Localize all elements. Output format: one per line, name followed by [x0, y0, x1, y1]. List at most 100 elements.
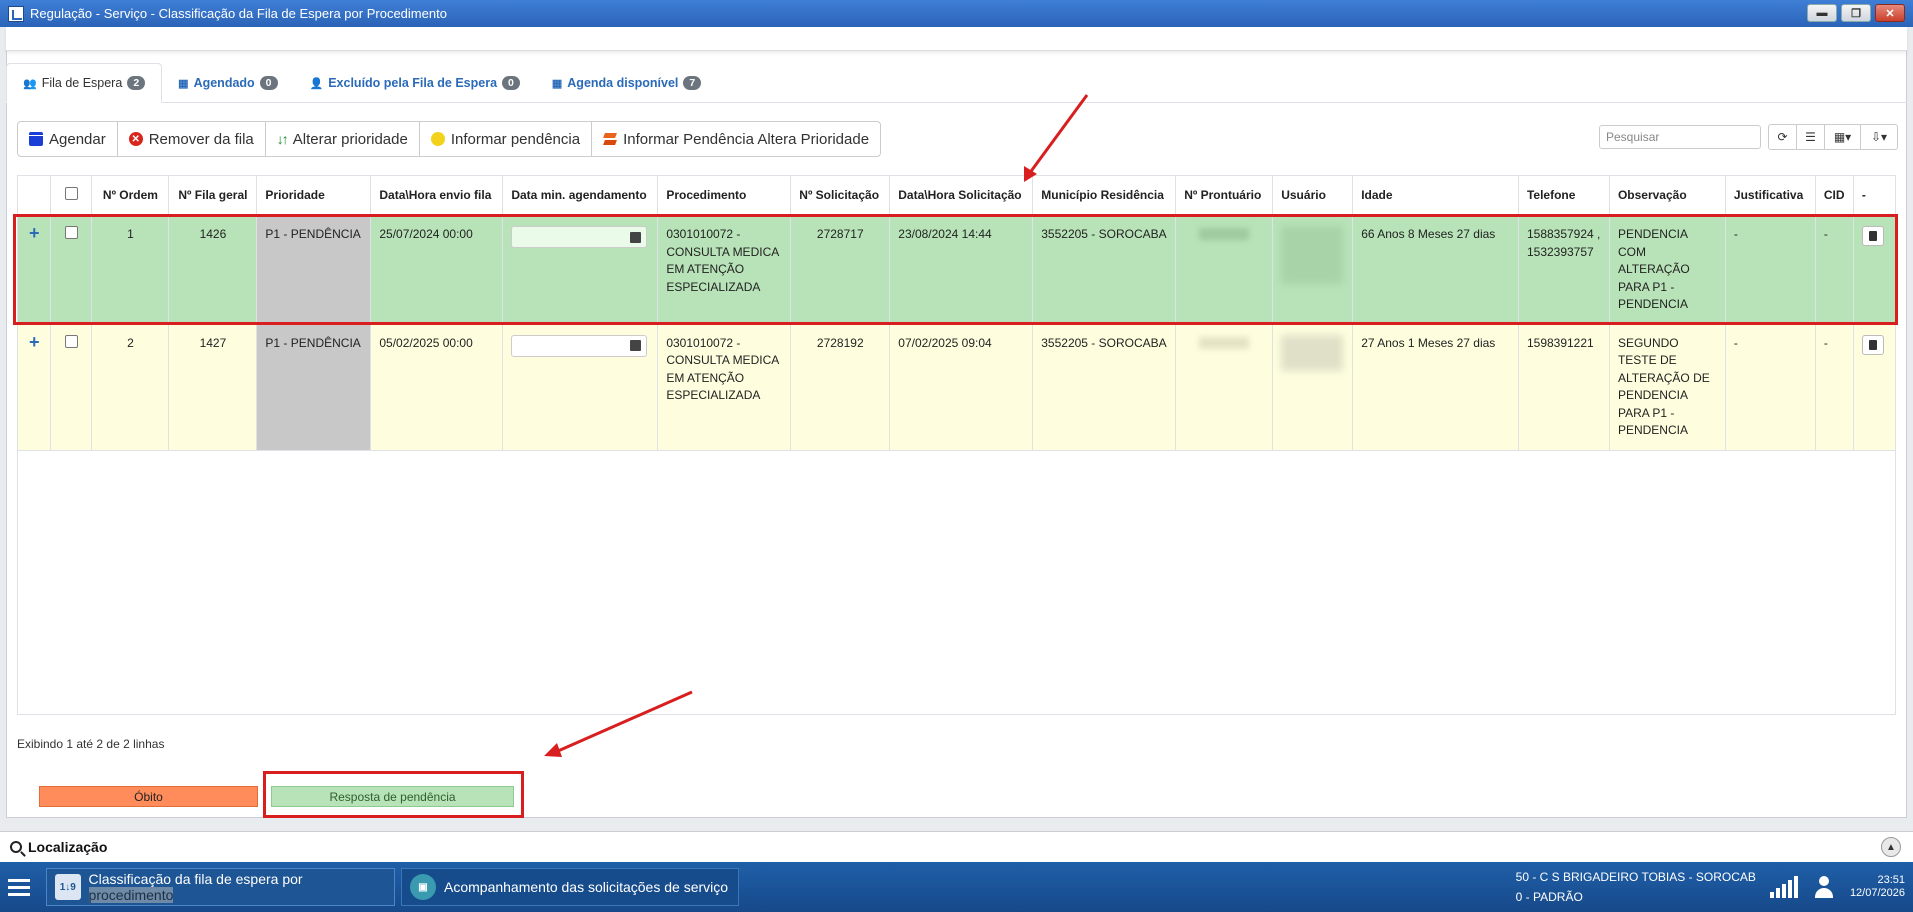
col-acao: -: [1853, 176, 1897, 216]
window-titlebar: Regulação - Serviço - Classificação da F…: [0, 0, 1913, 27]
task-label: Acompanhamento das solicitações de servi…: [444, 879, 729, 895]
select-cell: [50, 324, 93, 451]
tab-fila-de-espera[interactable]: 👥 Fila de Espera 2: [6, 63, 163, 103]
table-row[interactable]: + 2 1427 P1 - PENDÊNCIA 05/02/2025 00:00…: [18, 324, 1897, 451]
close-button[interactable]: ✕: [1875, 4, 1905, 22]
col-data-min[interactable]: Data min. agendamento: [502, 176, 659, 216]
collapsed-filter-strip: [6, 27, 1907, 51]
action-toolbar: Agendar ✕ Remover da fila ↓↑ Alterar pri…: [17, 121, 882, 157]
list-icon[interactable]: ☰: [1797, 125, 1825, 149]
expand-plus-icon[interactable]: +: [29, 332, 40, 352]
clock-time: 23:51: [1877, 874, 1905, 886]
tab-agendado[interactable]: ▦ Agendado 0: [162, 63, 293, 103]
menu-icon[interactable]: [8, 875, 30, 900]
col-data-envio[interactable]: Data\Hora envio fila: [370, 176, 504, 216]
taskbar: 1↓9 Classificação da fila de espera por …: [0, 862, 1913, 912]
count-badge: 0: [259, 76, 278, 90]
col-justificativa[interactable]: Justificativa: [1725, 176, 1816, 216]
count-badge: 7: [683, 76, 702, 90]
annotation-highlight-legend: [263, 771, 524, 818]
col-telefone[interactable]: Telefone: [1518, 176, 1610, 216]
search-input[interactable]: [1599, 125, 1761, 149]
calendar-icon: ▦: [551, 77, 563, 90]
tab-excluido[interactable]: 👤 Excluído pela Fila de Espera 0: [294, 63, 536, 103]
window-title: Regulação - Serviço - Classificação da F…: [30, 6, 447, 21]
tab-label: Excluído pela Fila de Espera: [328, 76, 498, 90]
cell-ordem: 2: [91, 324, 170, 451]
tab-bar: 👥 Fila de Espera 2 ▦ Agendado 0 👤 Excluí…: [6, 63, 1907, 103]
col-idade[interactable]: Idade: [1352, 176, 1519, 216]
task-classificacao[interactable]: 1↓9 Classificação da fila de espera por …: [46, 868, 395, 906]
pending-icon: [430, 132, 445, 146]
button-label: Alterar prioridade: [292, 130, 408, 148]
annotation-arrow-top: [1024, 94, 1089, 182]
informar-pendencia-altera-button[interactable]: Informar Pendência Altera Prioridade: [592, 122, 880, 156]
col-observacao[interactable]: Observação: [1609, 176, 1726, 216]
button-label: Agendar: [49, 130, 106, 148]
chevron-up-icon[interactable]: ▲: [1881, 837, 1901, 857]
tab-label: Agendado: [193, 76, 255, 90]
cell-observacao: SEGUNDO TESTE DE ALTERAÇÃO DE PENDENCIA …: [1609, 324, 1726, 451]
minimize-button[interactable]: ▬: [1807, 4, 1837, 22]
system-tray: 50 - C S BRIGADEIRO TOBIAS - SOROCAB 0 -…: [1516, 862, 1913, 912]
maximize-button[interactable]: ❐: [1841, 4, 1871, 22]
col-fila-geral[interactable]: Nº Fila geral: [168, 176, 258, 216]
user-icon[interactable]: [1814, 876, 1834, 898]
calendar-icon[interactable]: [624, 336, 646, 356]
cell-data-min: [502, 324, 659, 451]
expand-header: [18, 176, 52, 216]
count-badge: 0: [502, 76, 520, 90]
col-procedimento[interactable]: Procedimento: [657, 176, 792, 216]
id-card-icon[interactable]: [1861, 334, 1884, 355]
cell-municipio: 3552205 - SOROCABA: [1032, 324, 1177, 451]
table-tools: ⟳ ☰ ▦▾ ⇩▾: [1768, 124, 1898, 150]
select-all-header: [50, 176, 93, 216]
cell-fila-geral: 1427: [168, 324, 258, 451]
task-acompanhamento[interactable]: ▣ Acompanhamento das solicitações de ser…: [401, 868, 739, 906]
col-cid[interactable]: CID: [1815, 176, 1854, 216]
calendar-icon: [29, 132, 43, 146]
localizacao-bar[interactable]: Localização ▲: [0, 831, 1913, 862]
cell-idade: 27 Anos 1 Meses 27 dias: [1352, 324, 1519, 451]
alterar-prioridade-button[interactable]: ↓↑ Alterar prioridade: [266, 122, 420, 156]
button-label: Informar Pendência Altera Prioridade: [623, 130, 870, 148]
remover-fila-button[interactable]: ✕ Remover da fila: [118, 122, 266, 156]
clock: 23:51 12/07/2026: [1850, 874, 1905, 900]
cell-usuario-redacted: [1272, 324, 1354, 451]
col-prioridade[interactable]: Prioridade: [256, 176, 372, 216]
tab-agenda-disponivel[interactable]: ▦ Agenda disponível 7: [536, 63, 717, 103]
button-label: Informar pendência: [450, 130, 581, 148]
columns-icon[interactable]: ▦▾: [1825, 125, 1861, 149]
layers-icon: [603, 132, 617, 146]
cell-procedimento: 0301010072 - CONSULTA MEDICA EM ATENÇÃO …: [657, 324, 792, 451]
cell-justificativa: -: [1725, 324, 1816, 451]
cell-acao: [1853, 324, 1897, 451]
cell-prontuario-redacted: [1175, 324, 1274, 451]
sort-numeric-icon: 1↓9: [55, 874, 81, 900]
profile-name: 0 - PADRÃO: [1515, 890, 1583, 904]
signal-icon: [1769, 876, 1798, 898]
remove-icon: ✕: [128, 132, 143, 146]
cell-telefone: 1598391221: [1518, 324, 1610, 451]
col-solicitacao[interactable]: Nº Solicitação: [790, 176, 891, 216]
calendar-icon: ▦: [178, 77, 189, 90]
row-checkbox[interactable]: [64, 334, 78, 348]
tab-label: Fila de Espera: [41, 76, 123, 90]
select-all-checkbox[interactable]: [64, 187, 78, 200]
unit-name: 50 - C S BRIGADEIRO TOBIAS - SOROCAB: [1515, 870, 1756, 884]
count-badge: 2: [127, 76, 146, 90]
col-usuario[interactable]: Usuário: [1272, 176, 1354, 216]
informar-pendencia-button[interactable]: Informar pendência: [420, 122, 593, 156]
app-icon: [8, 5, 24, 22]
annotation-arrow-bottom: [544, 690, 693, 757]
unit-info: 50 - C S BRIGADEIRO TOBIAS - SOROCAB 0 -…: [1516, 867, 1756, 907]
export-icon[interactable]: ⇩▾: [1861, 125, 1897, 149]
expand-cell: +: [18, 324, 52, 451]
agendar-button[interactable]: Agendar: [18, 122, 118, 156]
users-icon: 👥: [23, 77, 37, 90]
col-ordem[interactable]: Nº Ordem: [91, 176, 170, 216]
refresh-icon[interactable]: ⟳: [1769, 125, 1797, 149]
date-min-input[interactable]: [511, 334, 648, 357]
legend-obito: Óbito: [39, 786, 258, 807]
col-prontuario[interactable]: Nº Prontuário: [1175, 176, 1274, 216]
